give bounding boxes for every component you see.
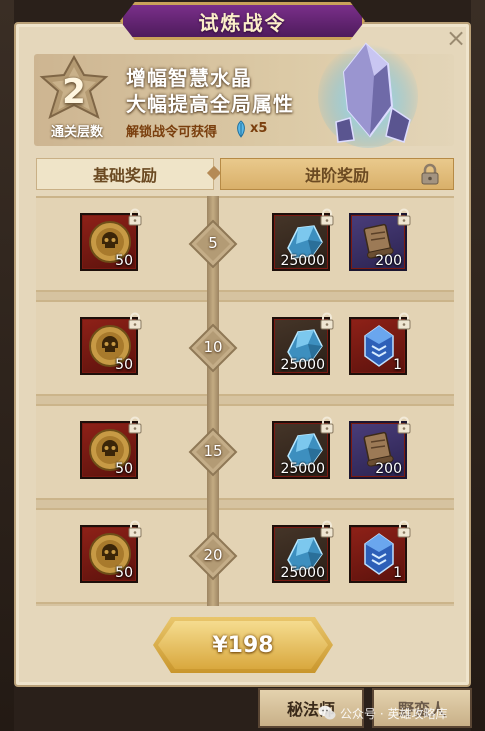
purchase-button[interactable]: ¥198 bbox=[158, 621, 328, 669]
page-title: 试炼战令 bbox=[198, 10, 287, 35]
item-count: 50 bbox=[115, 565, 133, 581]
item-count: 1 bbox=[393, 565, 402, 581]
item-count: 50 bbox=[115, 253, 133, 269]
item-count: 1 bbox=[393, 357, 402, 373]
level-label: 5 bbox=[208, 234, 218, 252]
lock-icon bbox=[397, 208, 411, 226]
level-label: 15 bbox=[203, 442, 223, 460]
item-count: 50 bbox=[115, 461, 133, 477]
level-label: 10 bbox=[203, 338, 223, 356]
close-button[interactable]: × bbox=[444, 26, 468, 50]
watermark-text: 公众号 · 英雄攻略库 bbox=[340, 706, 448, 721]
lock-icon bbox=[320, 208, 334, 226]
lock-icon bbox=[128, 520, 142, 538]
item-count: 200 bbox=[375, 253, 402, 269]
lock-icon bbox=[320, 416, 334, 434]
item-count: 50 bbox=[115, 357, 133, 373]
lock-icon bbox=[397, 312, 411, 330]
background-right bbox=[471, 0, 485, 731]
lock-icon bbox=[421, 163, 439, 185]
feather-icon bbox=[237, 120, 245, 138]
crystal-icon bbox=[318, 42, 418, 148]
tier-label: 通关层数 bbox=[50, 125, 103, 140]
lock-icon bbox=[128, 416, 142, 434]
lock-icon bbox=[320, 312, 334, 330]
lock-icon bbox=[397, 416, 411, 434]
bonus-title: 增幅智慧水晶 bbox=[126, 66, 252, 90]
unlock-text: 解锁战令可获得 bbox=[126, 125, 218, 140]
item-count: 25000 bbox=[280, 357, 325, 373]
lock-icon bbox=[128, 208, 142, 226]
tab-basic-rewards[interactable]: 基础奖励 bbox=[36, 158, 214, 190]
unlock-count: x5 bbox=[250, 121, 268, 136]
tier-number: 2 bbox=[62, 72, 86, 112]
lock-icon bbox=[397, 520, 411, 538]
bonus-description: 大幅提高全局属性 bbox=[126, 92, 294, 116]
item-count: 25000 bbox=[280, 565, 325, 581]
lock-icon bbox=[320, 520, 334, 538]
lock-icon bbox=[128, 312, 142, 330]
watermark: 公众号 · 英雄攻略库 bbox=[318, 703, 447, 723]
item-count: 200 bbox=[375, 461, 402, 477]
item-count: 25000 bbox=[280, 253, 325, 269]
title-banner: 试炼战令 bbox=[120, 2, 365, 40]
item-count: 25000 bbox=[280, 461, 325, 477]
background-left bbox=[0, 0, 14, 731]
level-label: 20 bbox=[203, 546, 223, 564]
wechat-icon bbox=[318, 705, 336, 720]
